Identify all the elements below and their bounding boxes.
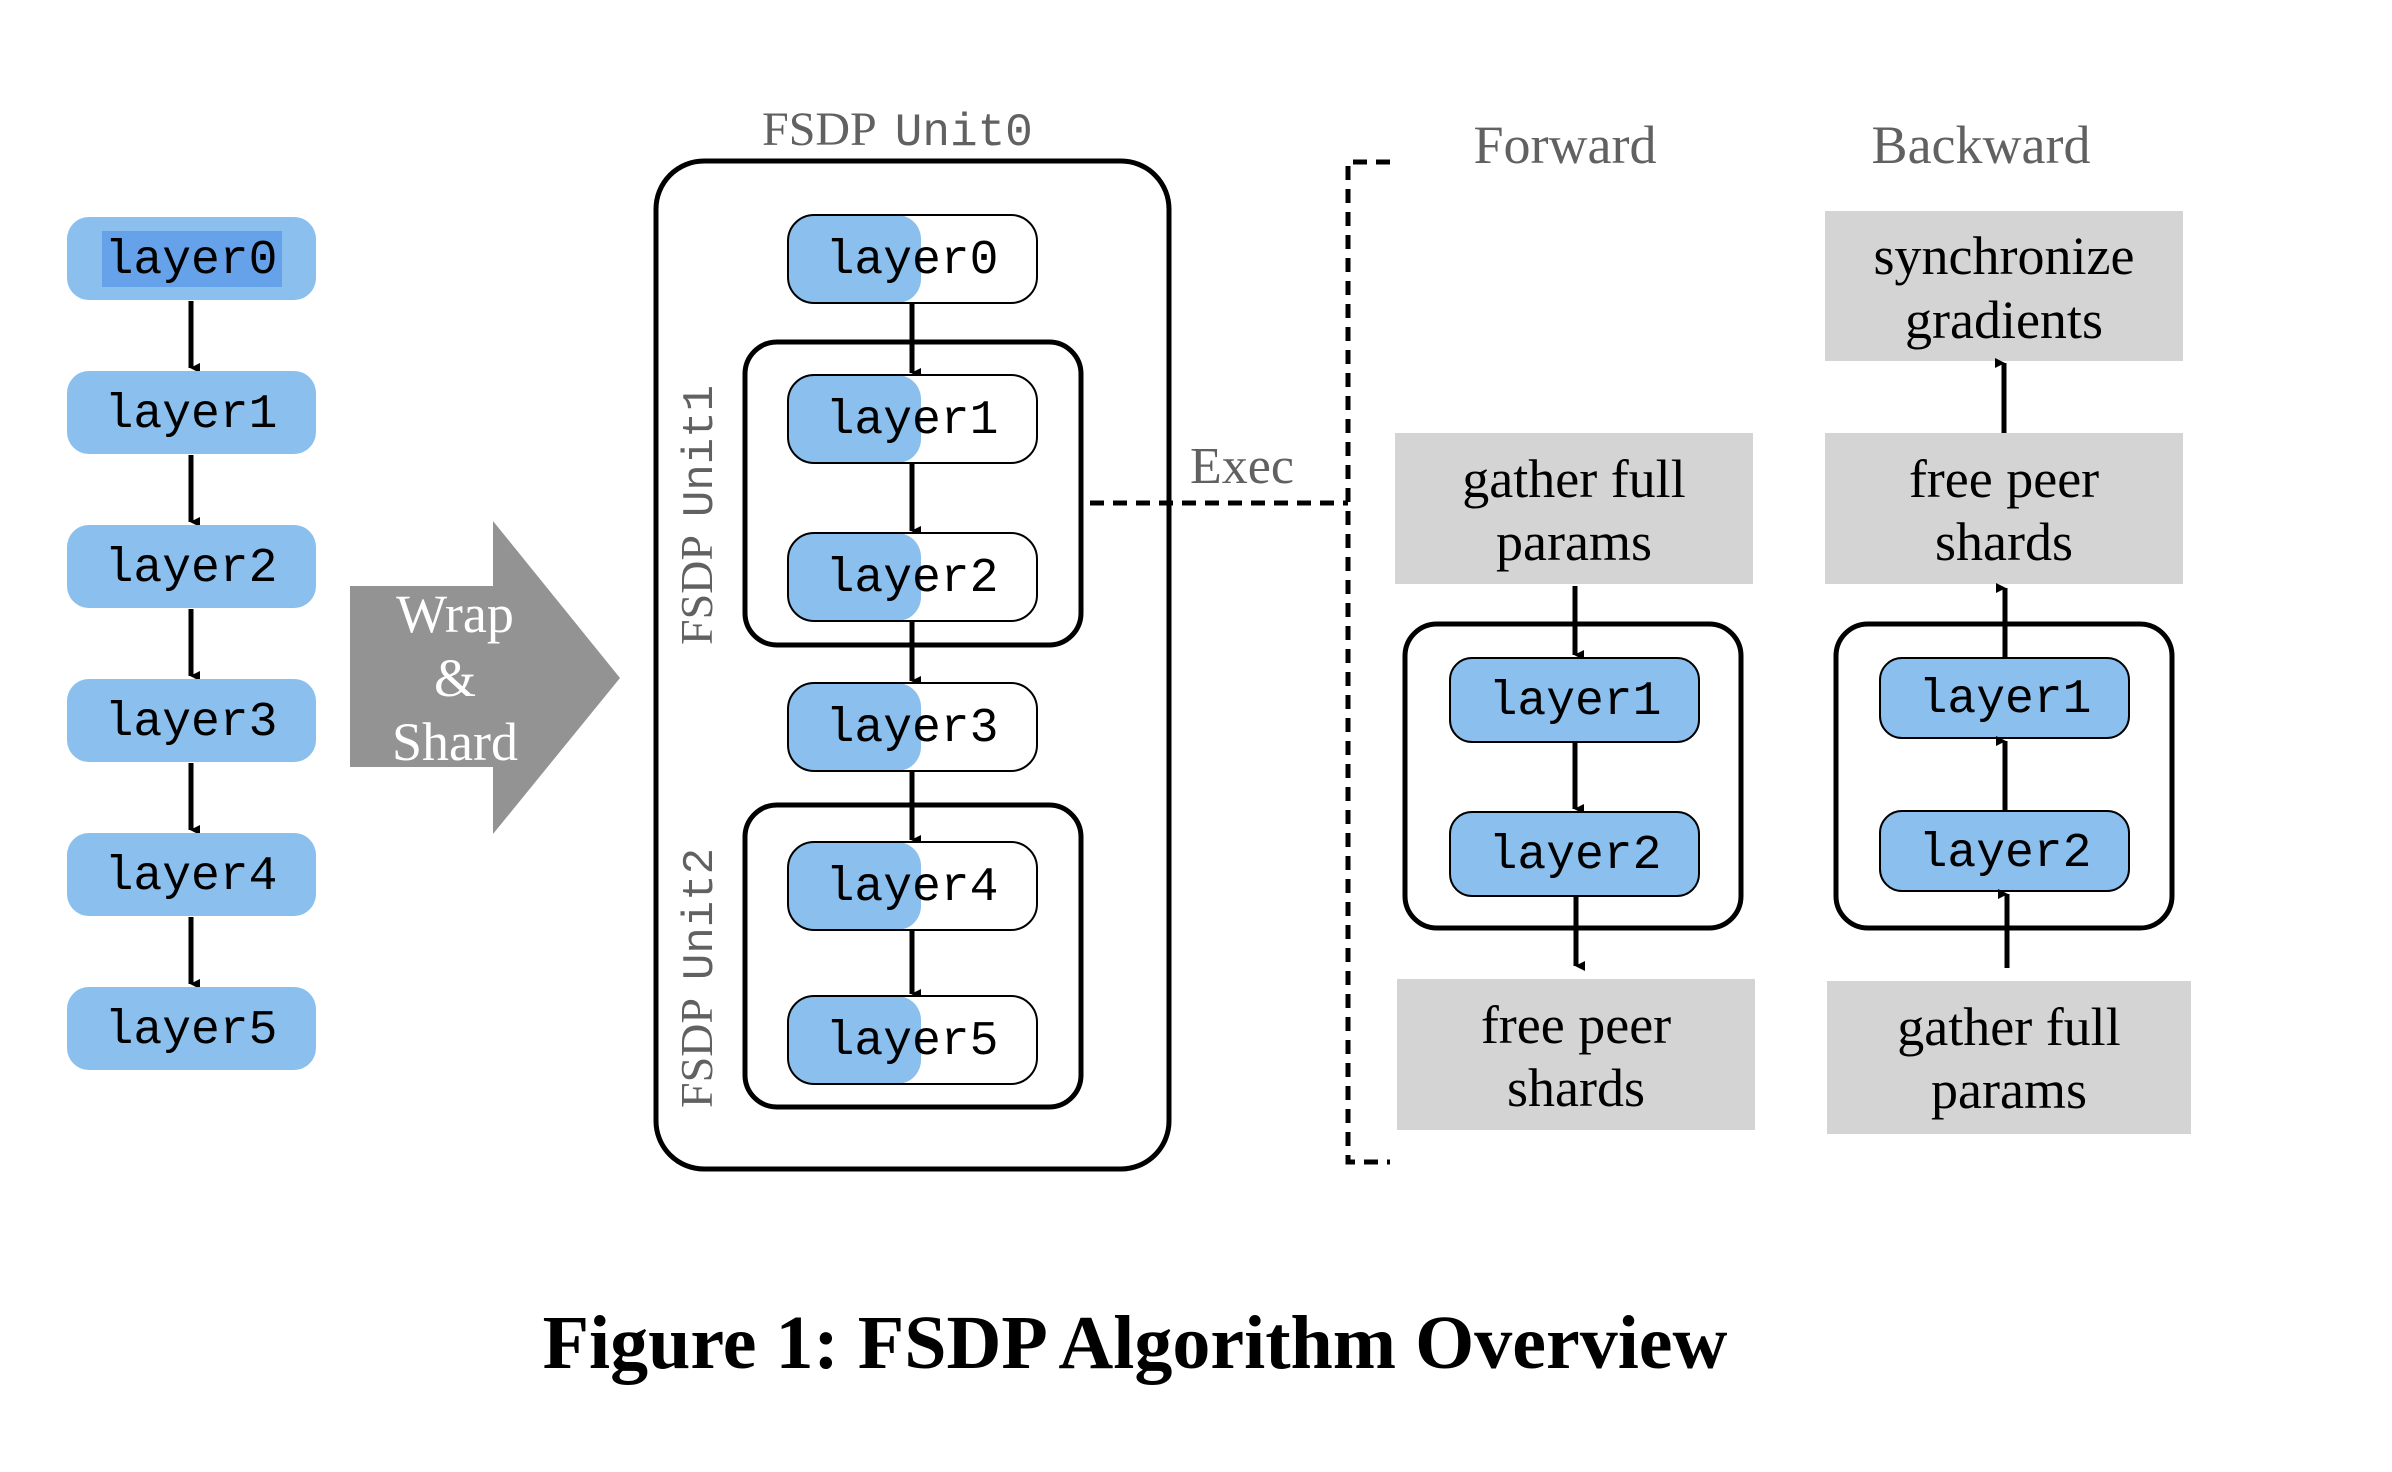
- model-layer-3[interactable]: layer3: [67, 679, 316, 762]
- exec-bracket: [1345, 159, 1390, 1165]
- fsdp-unit0-label-mono: Unit0: [895, 107, 1033, 159]
- fsdp-layer-label: layer3: [826, 702, 999, 756]
- wrap-arrow-line-1: Wrap: [396, 584, 514, 644]
- fsdp-unit2-label-mono: Unit2: [676, 848, 726, 980]
- model-layer-label: layer4: [105, 850, 278, 904]
- model-layer-2[interactable]: layer2: [67, 525, 316, 608]
- forward-free-line-2: shards: [1507, 1058, 1645, 1118]
- fsdp-unit0-label-serif: FSDP: [762, 103, 877, 156]
- fsdp-layer-label: layer4: [826, 861, 999, 915]
- fsdp-unit1-label-serif: FSDP: [671, 535, 722, 645]
- backward-gather-line-1: gather full: [1897, 997, 2120, 1057]
- fsdp-layer-1[interactable]: layer1: [758, 374, 1038, 464]
- model-layer-label: layer2: [105, 542, 278, 596]
- backward-layer1-label: layer1: [1919, 673, 2092, 727]
- backward-title: Backward: [1872, 115, 2091, 175]
- fsdp-layer-3[interactable]: layer3: [758, 682, 1038, 772]
- model-layer-4[interactable]: layer4: [67, 833, 316, 916]
- forward-gather-line-2: params: [1496, 512, 1652, 572]
- fsdp-layer-2[interactable]: layer2: [758, 532, 1038, 622]
- wrap-arrow-line-2: &: [434, 648, 476, 708]
- backward-free-line-1: free peer: [1909, 449, 2099, 509]
- backward-layer2-label: layer2: [1919, 827, 2092, 881]
- fsdp-unit0-group: FSDP Unit0 FSDPUnit1 FSDPUnit2 layer0laye…: [653, 103, 1172, 1172]
- fsdp-layer-0[interactable]: layer0: [758, 214, 1038, 304]
- wrap-arrow-shape: [350, 521, 620, 834]
- fsdp-unit1-label: FSDP Unit1: [671, 385, 726, 645]
- fsdp-layer-label: layer2: [826, 552, 999, 606]
- model-layer-1[interactable]: layer1: [67, 371, 316, 454]
- fsdp-layer-label: layer1: [826, 394, 999, 448]
- forward-free-line-1: free peer: [1481, 995, 1671, 1055]
- fsdp-layer-label: layer0: [826, 234, 999, 288]
- exec-connector: Exec: [1090, 159, 1390, 1165]
- forward-pass: Forward gather full params layer1 layer2…: [1395, 115, 1755, 1130]
- fsdp-layer-5[interactable]: layer5: [758, 995, 1038, 1085]
- model-layer-label: layer5: [105, 1004, 278, 1058]
- fsdp-layer-stack: layer0 layer1 layer2 layer3 layer4 layer5: [758, 214, 1038, 1085]
- model-layer-label: layer3: [105, 696, 278, 750]
- exec-label: Exec: [1190, 438, 1294, 495]
- figure-caption: Figure 1: FSDP Algorithm Overview: [543, 1301, 1728, 1385]
- forward-title: Forward: [1474, 115, 1657, 175]
- backward-gather-line-2: params: [1931, 1060, 2087, 1120]
- fsdp-layer-4[interactable]: layer4: [758, 841, 1038, 931]
- fsdp-layer-label: layer5: [826, 1015, 999, 1069]
- forward-layer2-label: layer2: [1489, 829, 1662, 883]
- model-layer-0[interactable]: layer0: [67, 217, 316, 300]
- backward-pass: Backward synchronize gradients free peer…: [1825, 115, 2191, 1134]
- forward-gather-line-1: gather full: [1462, 449, 1685, 509]
- fsdp-unit2-label-serif: FSDP: [671, 998, 722, 1108]
- model-layer-5[interactable]: layer5: [67, 987, 316, 1070]
- wrap-arrow-line-3: Shard: [392, 712, 518, 772]
- model-layer-label: layer0: [105, 234, 278, 288]
- backward-free-line-2: shards: [1935, 512, 2073, 572]
- model-layer-label: layer1: [105, 388, 278, 442]
- wrap-and-shard-arrow: Wrap & Shard: [350, 521, 620, 834]
- backward-sync-line-1: synchronize: [1874, 226, 2135, 286]
- model-layer-stack: layer0 layer1 layer2 layer3 layer4 layer5: [67, 217, 316, 1070]
- backward-sync-line-2: gradients: [1905, 290, 2103, 350]
- forward-layer1-label: layer1: [1489, 675, 1662, 729]
- fsdp-unit2-label: FSDP Unit2: [671, 848, 726, 1108]
- fsdp-figure: layer0 layer1 layer2 layer3 layer4 layer5 Wra…: [67, 103, 2191, 1385]
- fsdp-unit0-label: FSDP Unit0: [762, 103, 1033, 159]
- fsdp-unit1-label-mono: Unit1: [676, 385, 726, 517]
